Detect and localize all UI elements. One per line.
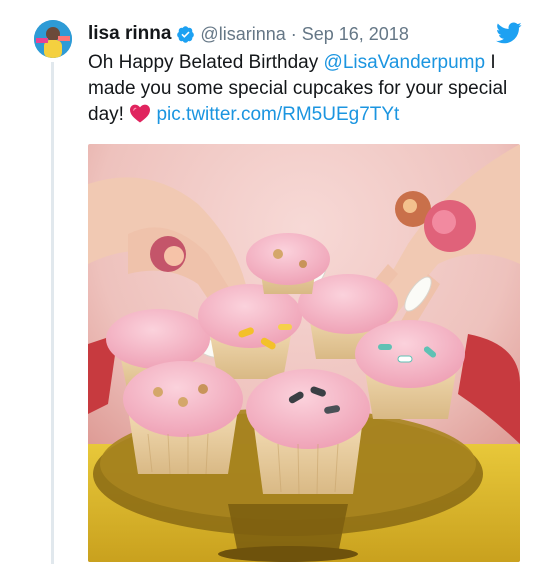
verified-badge-icon (177, 25, 195, 43)
tweet-text-part1: Oh Happy Belated Birthday (88, 52, 324, 73)
avatar-image (34, 20, 72, 58)
tweet-header: lisa rinna @lisarinna · Sep 16, 2018 (88, 20, 409, 48)
display-name[interactable]: lisa rinna (88, 23, 171, 45)
separator-dot: · (290, 23, 297, 44)
mention-link[interactable]: @LisaVanderpump (324, 52, 486, 73)
tweet-date[interactable]: Sep 16, 2018 (302, 24, 409, 45)
cupcakes-photo (88, 144, 520, 562)
handle[interactable]: @lisarinna (200, 24, 285, 45)
twitter-bird-icon[interactable] (496, 20, 522, 46)
tweet-text: Oh Happy Belated Birthday @LisaVanderpum… (88, 50, 528, 128)
avatar[interactable] (34, 20, 72, 58)
tweet-photo[interactable] (88, 144, 520, 562)
thread-line (51, 62, 54, 564)
heart-emoji-icon (130, 104, 151, 123)
media-link[interactable]: pic.twitter.com/RM5UEg7TYt (156, 104, 399, 125)
